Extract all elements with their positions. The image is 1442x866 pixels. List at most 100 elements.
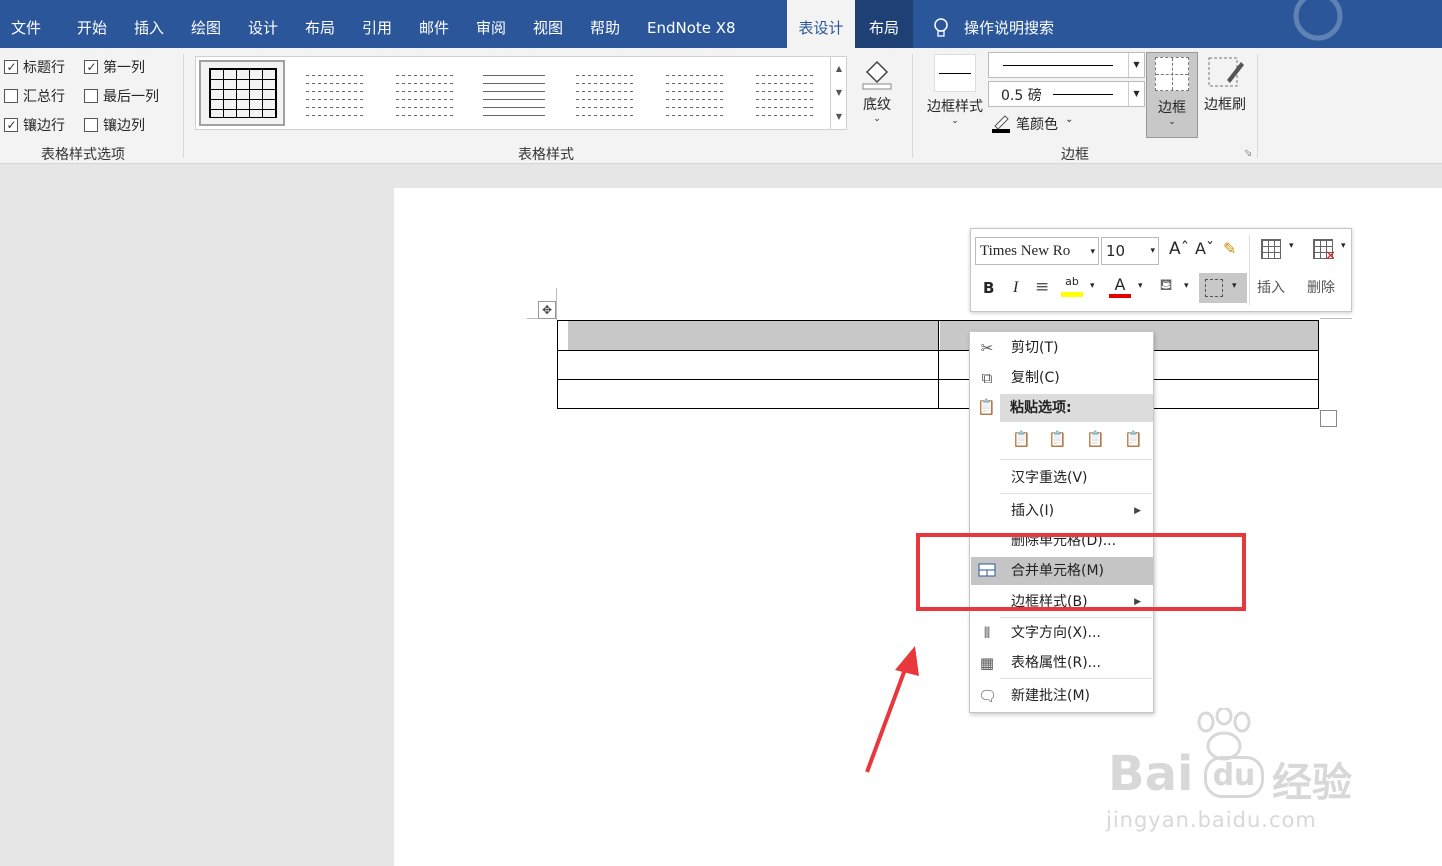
table-resize-handle[interactable] xyxy=(1320,410,1337,427)
chevron-down-icon: ▾ xyxy=(1138,281,1143,291)
highlight-icon[interactable]: ab xyxy=(1061,275,1083,299)
delete-label[interactable]: 删除 xyxy=(1307,277,1335,297)
tab-draw[interactable]: 绘图 xyxy=(191,0,221,48)
insert-table-icon[interactable] xyxy=(1261,239,1281,259)
table-properties-icon: ▦ xyxy=(979,654,995,672)
tab-help[interactable]: 帮助 xyxy=(590,0,620,48)
watermark-brand-cn: 经验 xyxy=(1272,760,1352,806)
table-move-handle-icon[interactable]: ✥ xyxy=(538,301,556,319)
font-name-value: Times New Ro xyxy=(980,243,1071,259)
gallery-scrollbar[interactable]: ▲ ▼ ▼ xyxy=(830,57,847,129)
paste-text-only-icon[interactable]: 📋 xyxy=(1124,430,1144,452)
decorative-circle-icon xyxy=(1290,0,1350,48)
borders-mini-button[interactable]: ▾ xyxy=(1199,273,1247,303)
menu-item-table-properties[interactable]: ▦ 表格属性(R)... xyxy=(971,649,1153,677)
border-painter-button[interactable]: 边框刷 xyxy=(1200,54,1250,134)
font-size-box[interactable]: 10 ▾ xyxy=(1101,237,1159,265)
total-row-label: 汇总行 xyxy=(23,89,65,105)
tab-table-layout[interactable]: 布局 xyxy=(855,0,913,48)
pen-color-button[interactable]: 笔颜色 ⌄ xyxy=(991,112,1081,136)
table-cell-selected[interactable] xyxy=(568,321,938,350)
pen-style-dropdown[interactable]: ▼ xyxy=(988,52,1145,78)
menu-item-text-direction[interactable]: ⫴ 文字方向(X)... xyxy=(971,619,1153,647)
tab-insert[interactable]: 插入 xyxy=(134,0,164,48)
group-divider xyxy=(183,54,184,158)
scissors-icon: ✂ xyxy=(980,339,994,357)
table-style-plain-6[interactable] xyxy=(741,67,827,131)
banded-rows-label: 镶边行 xyxy=(23,118,65,134)
dialog-launcher-icon[interactable]: ⬂ xyxy=(1244,148,1252,159)
table-column-line xyxy=(938,321,939,408)
total-row-checkbox[interactable]: 汇总行 xyxy=(4,86,65,106)
paste-merge-format-icon[interactable]: 📋 xyxy=(1048,430,1068,452)
tell-me-search[interactable]: 操作说明搜索 xyxy=(964,0,1054,48)
paste-keep-format-icon[interactable]: 📋 xyxy=(1012,430,1032,452)
last-column-checkbox[interactable]: 最后一列 xyxy=(84,86,159,106)
document-table[interactable] xyxy=(557,320,1319,409)
banded-rows-checkbox[interactable]: 镶边行 xyxy=(4,115,65,135)
tab-file[interactable]: 文件 xyxy=(11,0,41,48)
borders-button[interactable]: 边框 ⌄ xyxy=(1146,52,1198,138)
tab-review[interactable]: 审阅 xyxy=(476,0,506,48)
shading-label: 底纹 xyxy=(863,97,891,113)
table-styles-group-label: 表格样式 xyxy=(518,147,574,163)
menu-item-cut[interactable]: ✂ 剪切(T) xyxy=(971,334,1153,362)
menu-item-label: 文字方向(X)... xyxy=(1011,625,1101,641)
tab-view[interactable]: 视图 xyxy=(533,0,563,48)
gallery-down-icon[interactable]: ▼ xyxy=(831,81,847,105)
tab-mailings[interactable]: 邮件 xyxy=(419,0,449,48)
copy-icon: ⧉ xyxy=(981,369,993,387)
tab-layout[interactable]: 布局 xyxy=(305,0,335,48)
font-name-box[interactable]: Times New Ro ▾ xyxy=(975,237,1099,265)
bold-button[interactable]: B xyxy=(983,279,994,297)
shrink-font-icon[interactable]: Aˇ xyxy=(1195,239,1214,258)
tab-table-design[interactable]: 表设计 xyxy=(787,0,855,48)
margin-guide xyxy=(556,288,557,320)
comment-icon: 🗨 xyxy=(978,687,998,705)
delete-table-icon[interactable]: ✕ xyxy=(1313,239,1336,264)
italic-button[interactable]: I xyxy=(1013,279,1018,297)
menu-item-insert[interactable]: 插入(I) ▶ xyxy=(971,497,1153,525)
table-styles-gallery: ▲ ▼ ▼ xyxy=(195,56,847,130)
center-align-icon[interactable]: ≡ xyxy=(1035,277,1049,297)
menu-item-label: 表格属性(R)... xyxy=(1011,655,1102,671)
paste-picture-icon[interactable]: 📋 xyxy=(1086,430,1106,452)
shading-button[interactable]: 底纹 ⌄ xyxy=(856,54,898,134)
border-painter-icon xyxy=(1208,57,1244,87)
paint-bucket-icon xyxy=(862,60,892,90)
pen-weight-dropdown[interactable]: 0.5 磅 ▼ xyxy=(988,81,1145,107)
annotation-arrow-icon xyxy=(865,646,919,773)
insert-label[interactable]: 插入 xyxy=(1257,277,1285,297)
table-style-grid[interactable] xyxy=(199,60,285,126)
baidu-watermark: Bai du 经验 jingyan.baidu.com xyxy=(1100,700,1400,840)
table-style-plain-5[interactable] xyxy=(651,67,737,131)
header-row-checkbox[interactable]: 标题行 xyxy=(4,57,65,77)
group-divider xyxy=(1257,54,1258,158)
menu-item-reconvert[interactable]: 汉字重选(V) xyxy=(971,464,1153,492)
table-style-plain-1[interactable] xyxy=(291,67,377,131)
submenu-arrow-icon: ▶ xyxy=(1134,506,1141,516)
banded-columns-checkbox[interactable]: 镶边列 xyxy=(84,115,145,135)
menu-item-copy[interactable]: ⧉ 复制(C) xyxy=(971,364,1153,392)
table-style-plain-4[interactable] xyxy=(561,67,647,131)
grow-font-icon[interactable]: Aˆ xyxy=(1169,239,1189,259)
pen-color-label: 笔颜色 xyxy=(1016,117,1058,133)
gallery-more-icon[interactable]: ▼ xyxy=(831,105,847,129)
tab-references[interactable]: 引用 xyxy=(362,0,392,48)
tab-design[interactable]: 设计 xyxy=(248,0,278,48)
table-style-plain-2[interactable] xyxy=(381,67,467,131)
tab-home[interactable]: 开始 xyxy=(77,0,107,48)
menu-item-label: 汉字重选(V) xyxy=(1011,470,1088,486)
watermark-brand: Bai xyxy=(1108,746,1194,802)
border-styles-button[interactable]: 边框样式 ⌄ xyxy=(922,54,988,134)
menu-item-label: 剪切(T) xyxy=(1011,340,1059,356)
gallery-up-icon[interactable]: ▲ xyxy=(831,57,847,81)
paste-options-header: 粘贴选项: xyxy=(1000,394,1153,422)
font-color-icon[interactable]: A xyxy=(1109,275,1131,299)
table-style-options-group-label: 表格样式选项 xyxy=(41,147,125,163)
shading-icon[interactable]: ⛾ xyxy=(1155,275,1177,299)
first-column-checkbox[interactable]: 第一列 xyxy=(84,57,145,77)
tab-endnote[interactable]: EndNote X8 xyxy=(647,0,736,48)
table-style-plain-3[interactable] xyxy=(471,67,557,131)
format-painter-icon[interactable]: ✎ xyxy=(1223,239,1236,258)
